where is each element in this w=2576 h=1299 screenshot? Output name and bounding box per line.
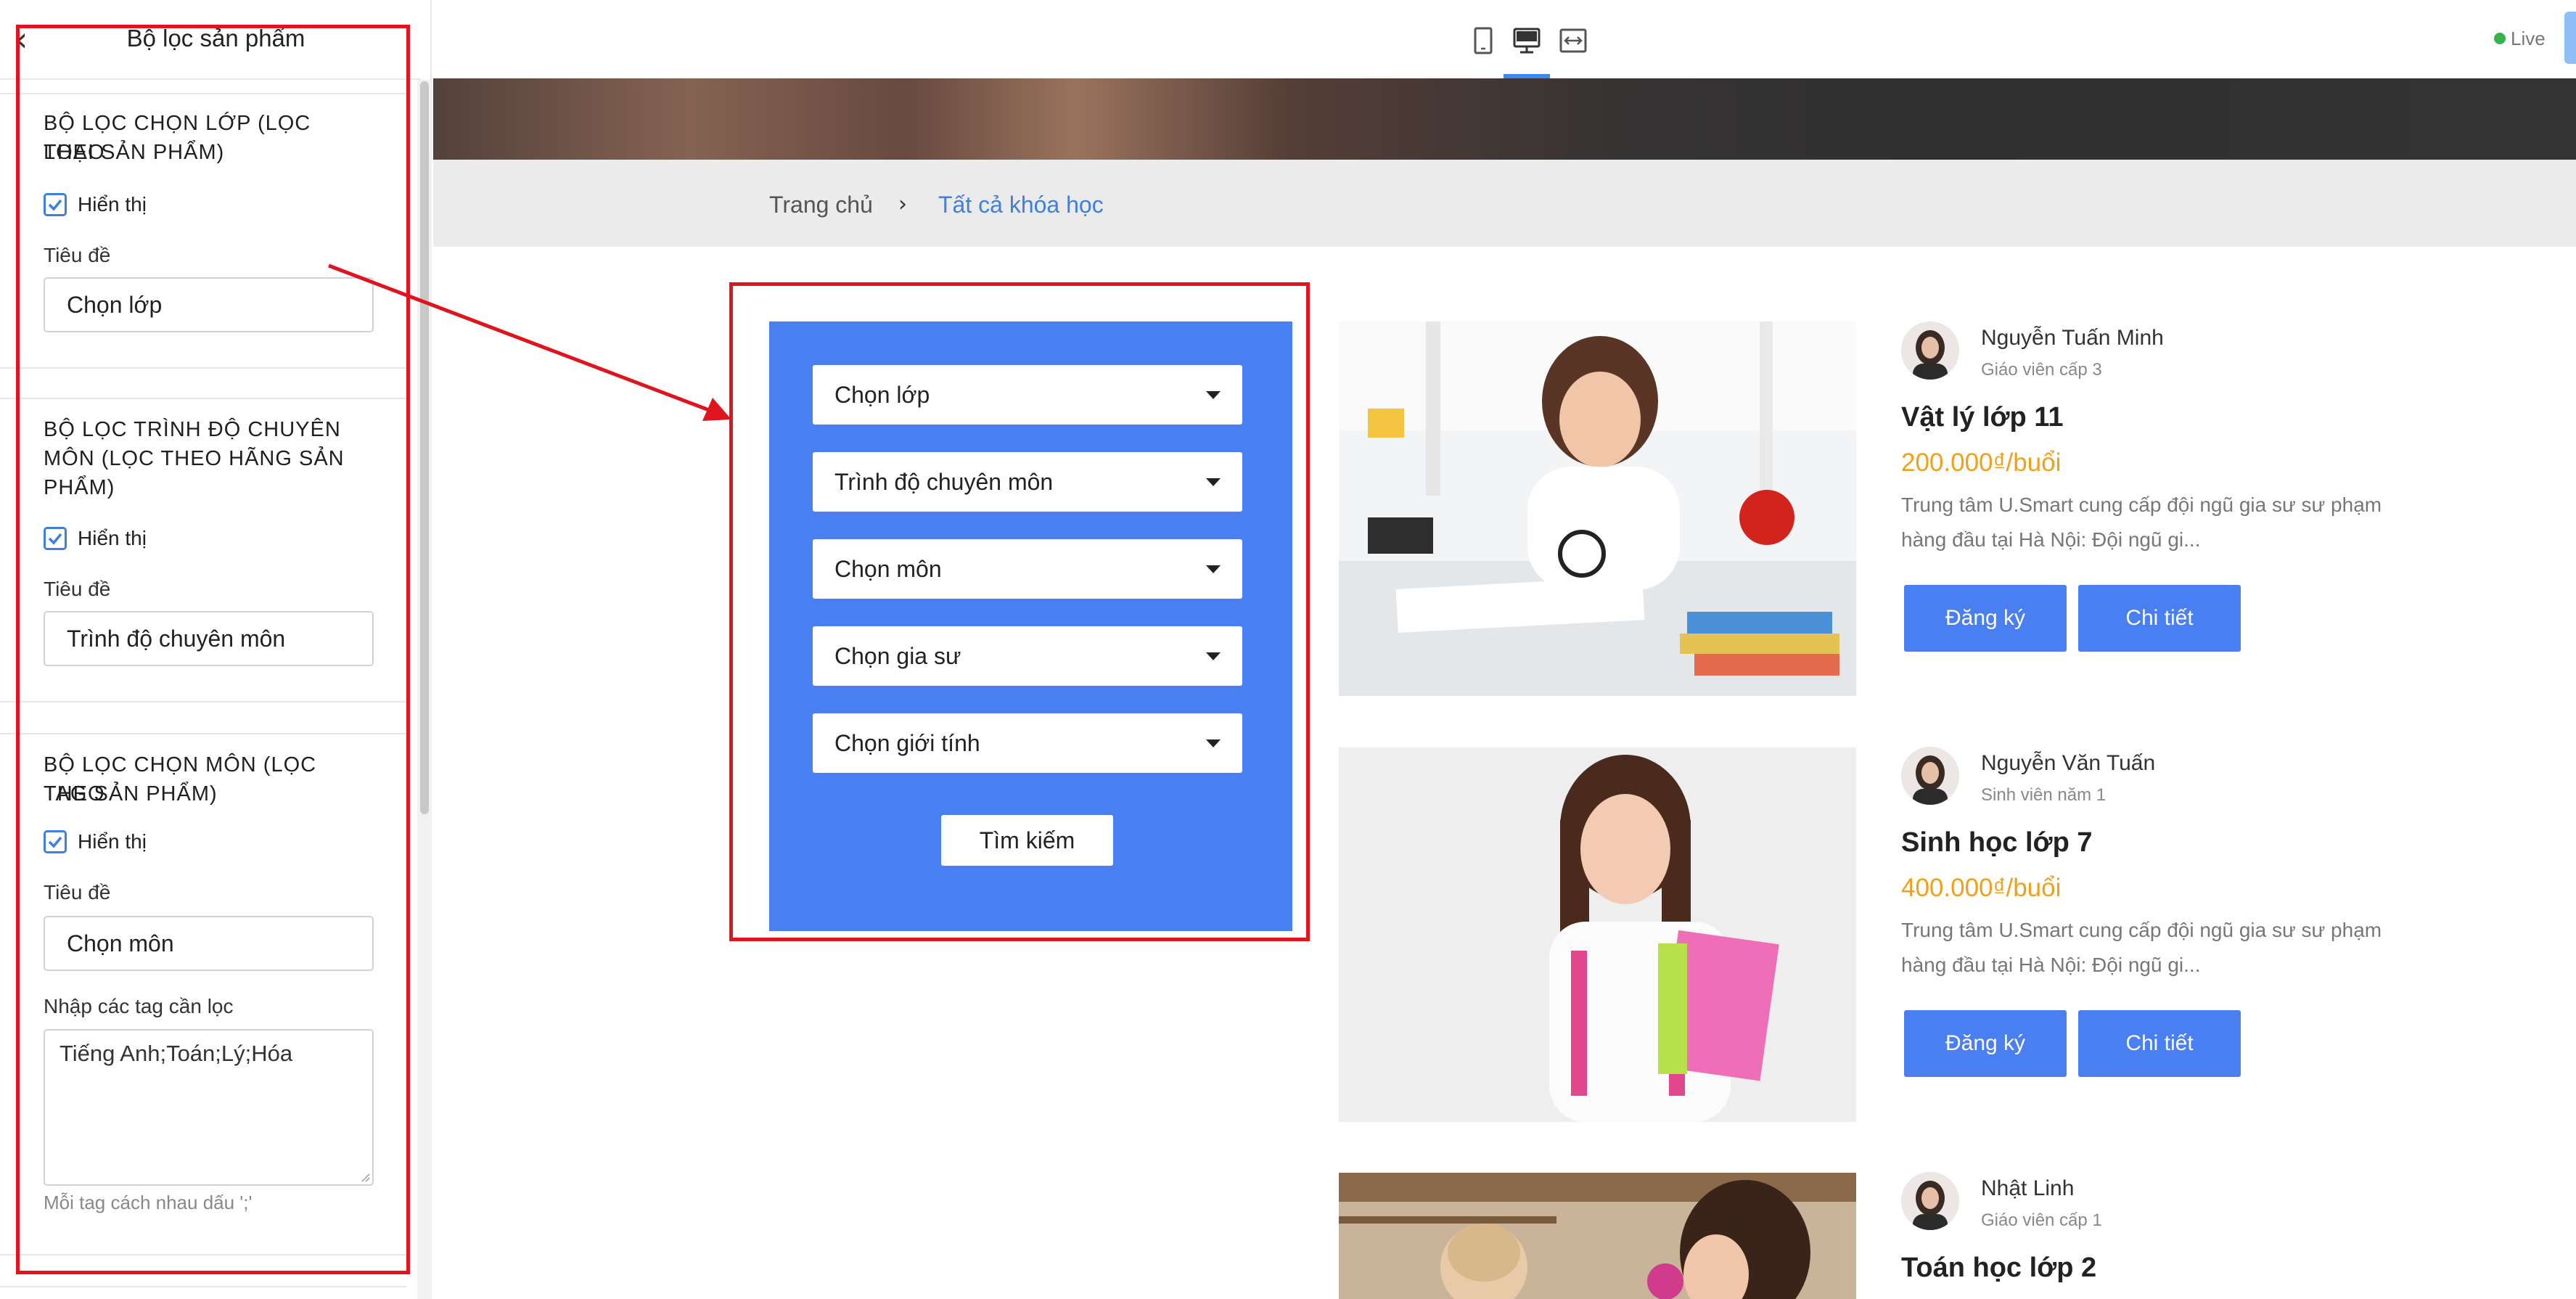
caret-down-icon [1206, 652, 1221, 660]
detail-button[interactable]: Chi tiết [2078, 585, 2241, 652]
preview-toolbar [433, 0, 2576, 78]
schoolgirl-image [1339, 747, 1856, 1122]
class-select[interactable]: Chọn lớp [813, 365, 1242, 425]
teacher-role: Giáo viên cấp 1 [1981, 1210, 2102, 1230]
scrollbar-thumb[interactable] [420, 81, 429, 814]
level-select[interactable]: Trình độ chuyên môn [813, 452, 1242, 512]
register-button[interactable]: Đăng ký [1904, 1010, 2067, 1077]
subject-select[interactable]: Chọn môn [813, 539, 1242, 599]
caret-down-icon [1206, 739, 1221, 747]
breadcrumb-home-link[interactable]: Trang chủ [769, 190, 873, 219]
course-title[interactable]: Toán học lớp 2 [1901, 1250, 2096, 1285]
teacher-avatar-image [1901, 747, 1959, 805]
tutor-select[interactable]: Chọn gia sư [813, 626, 1242, 686]
live-status-dot [2494, 33, 2506, 44]
caret-down-icon [1206, 478, 1221, 486]
course-title[interactable]: Sinh học lớp 7 [1901, 825, 2092, 860]
avatar [1901, 1172, 1959, 1230]
course-description: Trung tâm U.Smart cung cấp đội ngũ gia s… [1901, 919, 2382, 941]
course-image[interactable] [1339, 321, 1856, 696]
course-description: hàng đầu tại Hà Nội: Đội ngũ gi... [1901, 954, 2201, 976]
select-label: Chọn gia sư [834, 643, 961, 669]
teacher-avatar-image [1901, 321, 1959, 380]
tablet-icon[interactable] [1467, 25, 1499, 57]
course-image[interactable] [1339, 1173, 1856, 1299]
caret-down-icon [1206, 565, 1221, 573]
gender-select[interactable]: Chọn giới tính [813, 713, 1242, 773]
girl-studying-image [1339, 321, 1856, 696]
product-filter-widget: Chọn lớp Trình độ chuyên môn Chọn môn Ch… [769, 321, 1292, 931]
course-title[interactable]: Vật lý lớp 11 [1901, 400, 2063, 435]
tutoring-image [1339, 1173, 1856, 1299]
fit-width-icon[interactable] [1557, 25, 1589, 57]
editor-screen: ‹ Bộ lọc sản phẩm BỘ LỌC CHỌN LỚP (LỌC T… [0, 0, 2576, 1299]
course-price: 200.000₫/buổi [1901, 448, 2062, 477]
caret-down-icon [1206, 391, 1221, 399]
desktop-icon[interactable] [1511, 25, 1543, 57]
detail-button[interactable]: Chi tiết [2078, 1010, 2241, 1077]
live-label: Live [2511, 28, 2546, 49]
teacher-name: Nhật Linh [1981, 1176, 2075, 1200]
breadcrumb [433, 160, 2576, 247]
teacher-avatar-image [1901, 1172, 1959, 1230]
hero-overlay [433, 78, 2576, 160]
chevron-right-icon: › [898, 192, 907, 217]
annotation-box-settings [16, 25, 410, 1274]
select-label: Chọn giới tính [834, 730, 980, 756]
select-label: Trình độ chuyên môn [834, 469, 1054, 495]
course-description: hàng đầu tại Hà Nội: Đội ngũ gi... [1901, 528, 2201, 551]
course-image[interactable] [1339, 747, 1856, 1122]
avatar [1901, 321, 1959, 380]
course-price: 400.000₫/buổi [1901, 874, 2062, 902]
register-button[interactable]: Đăng ký [1904, 585, 2067, 652]
teacher-name: Nguyễn Văn Tuấn [1981, 751, 2156, 775]
search-button[interactable]: Tìm kiếm [941, 815, 1113, 866]
avatar [1901, 747, 1959, 805]
course-description: Trung tâm U.Smart cung cấp đội ngũ gia s… [1901, 493, 2382, 516]
teacher-name: Nguyễn Tuấn Minh [1981, 326, 2164, 350]
breadcrumb-current[interactable]: Tất cả khóa học [938, 190, 1104, 219]
publish-button-edge[interactable] [2564, 12, 2576, 64]
teacher-role: Sinh viên năm 1 [1981, 785, 2107, 805]
teacher-role: Giáo viên cấp 3 [1981, 360, 2102, 380]
select-label: Chọn lớp [834, 382, 930, 408]
next-section [0, 1286, 406, 1299]
select-label: Chọn môn [834, 556, 942, 582]
